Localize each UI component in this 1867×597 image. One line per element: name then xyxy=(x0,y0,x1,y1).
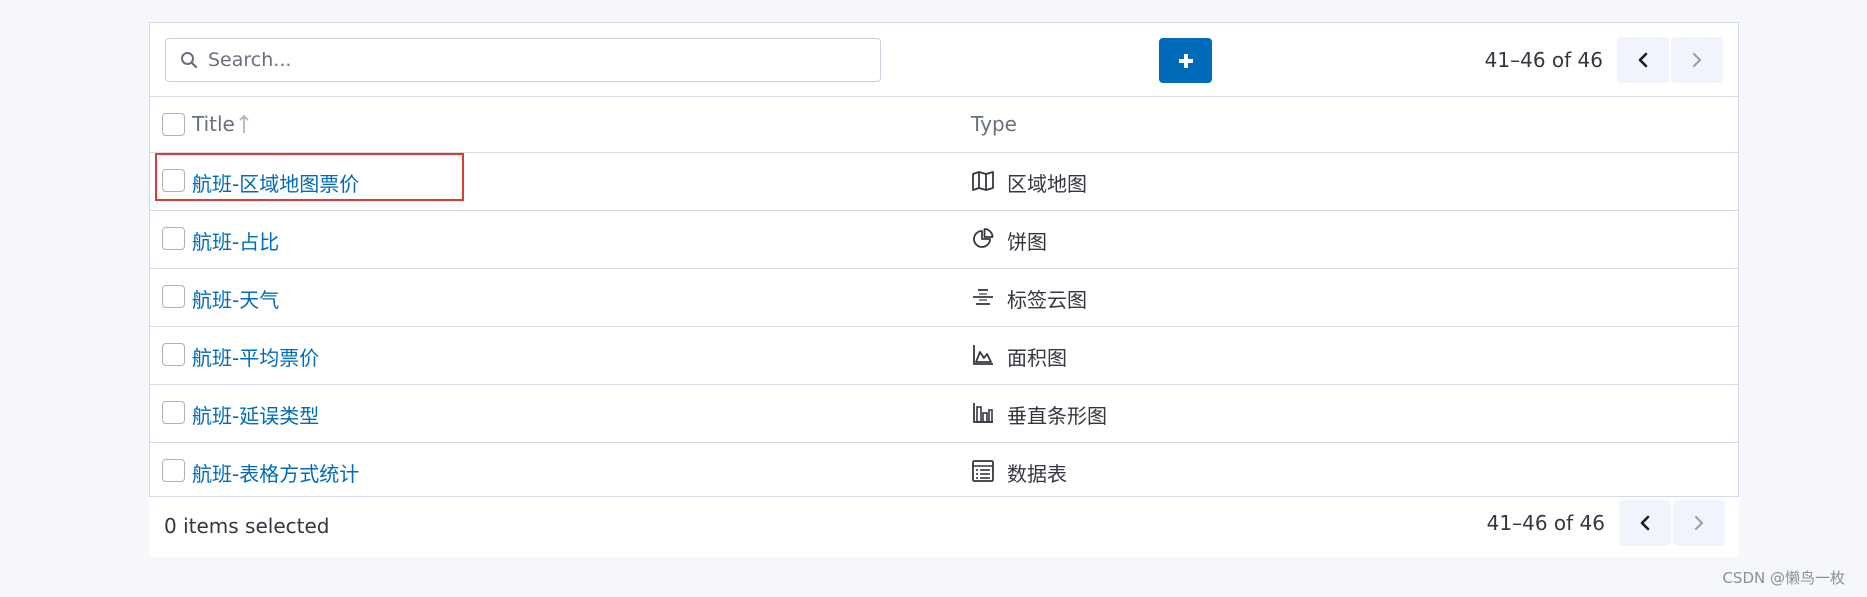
row-checkbox[interactable] xyxy=(162,343,185,366)
table-row: 航班-占比 饼图 xyxy=(150,211,1738,269)
pie-chart-icon xyxy=(973,228,994,248)
visualization-title-link[interactable]: 航班-延误类型 xyxy=(192,400,319,429)
visualization-title-link[interactable]: 航班-平均票价 xyxy=(192,342,319,371)
chevron-left-icon xyxy=(1640,515,1650,531)
table-row: 航班-天气 标签云图 xyxy=(150,269,1738,327)
table-row: 航班-平均票价 面积图 xyxy=(150,327,1738,385)
toolbar: 41–46 of 46 xyxy=(150,23,1738,97)
sort-ascending-icon xyxy=(239,114,249,133)
pagination-top: 41–46 of 46 xyxy=(1485,37,1723,83)
column-header-title[interactable]: Title xyxy=(192,112,250,136)
visualization-title-link[interactable]: 航班-天气 xyxy=(192,284,279,313)
search-input[interactable] xyxy=(206,48,846,72)
watermark: CSDN @懒鸟一枚 xyxy=(1722,569,1845,587)
visualizations-table-panel: 41–46 of 46 Title Type 航班- xyxy=(149,22,1739,497)
search-icon xyxy=(181,52,198,69)
search-box[interactable] xyxy=(165,38,881,82)
map-icon xyxy=(972,171,994,191)
selected-items-count: 0 items selected xyxy=(164,514,330,538)
row-checkbox[interactable] xyxy=(162,227,185,250)
next-page-button[interactable] xyxy=(1673,500,1725,546)
pagination-range: 41–46 of 46 xyxy=(1486,511,1605,535)
plus-icon xyxy=(1178,53,1193,68)
previous-page-button[interactable] xyxy=(1617,37,1669,83)
visualization-type-label: 垂直条形图 xyxy=(1007,404,1107,428)
visualization-type-label: 饼图 xyxy=(1007,230,1047,254)
visualization-title-link[interactable]: 航班-区域地图票价 xyxy=(192,168,359,197)
area-chart-icon xyxy=(973,345,993,365)
row-checkbox[interactable] xyxy=(162,169,185,192)
pagination-range: 41–46 of 46 xyxy=(1484,48,1603,72)
select-all-checkbox[interactable] xyxy=(162,113,185,136)
previous-page-button[interactable] xyxy=(1619,500,1671,546)
visualization-type-label: 面积图 xyxy=(1007,346,1067,370)
row-checkbox[interactable] xyxy=(162,285,185,308)
table-icon xyxy=(972,460,994,482)
visualization-title-link[interactable]: 航班-表格方式统计 xyxy=(192,458,359,487)
visualization-type-label: 标签云图 xyxy=(1007,288,1087,312)
row-checkbox[interactable] xyxy=(162,401,185,424)
bar-chart-icon xyxy=(973,403,993,423)
row-checkbox[interactable] xyxy=(162,459,185,482)
column-header-title-label: Title xyxy=(192,112,235,136)
visualization-type-label: 数据表 xyxy=(1007,462,1067,486)
next-page-button[interactable] xyxy=(1671,37,1723,83)
chevron-right-icon xyxy=(1694,515,1704,531)
table-row: 航班-延误类型 垂直条形图 xyxy=(150,385,1738,443)
visualization-title-link[interactable]: 航班-占比 xyxy=(192,226,279,255)
chevron-left-icon xyxy=(1638,52,1648,68)
column-header-type[interactable]: Type xyxy=(971,112,1017,136)
visualization-type-label: 区域地图 xyxy=(1007,172,1087,196)
table-row: 航班-区域地图票价 区域地图 xyxy=(150,153,1738,211)
add-visualization-button[interactable] xyxy=(1159,38,1212,83)
tag-cloud-icon xyxy=(973,289,993,305)
pagination-bottom: 41–46 of 46 xyxy=(1487,500,1725,546)
chevron-right-icon xyxy=(1692,52,1702,68)
table-header: Title Type xyxy=(150,97,1738,153)
table-row: 航班-表格方式统计 数据表 xyxy=(150,443,1738,501)
